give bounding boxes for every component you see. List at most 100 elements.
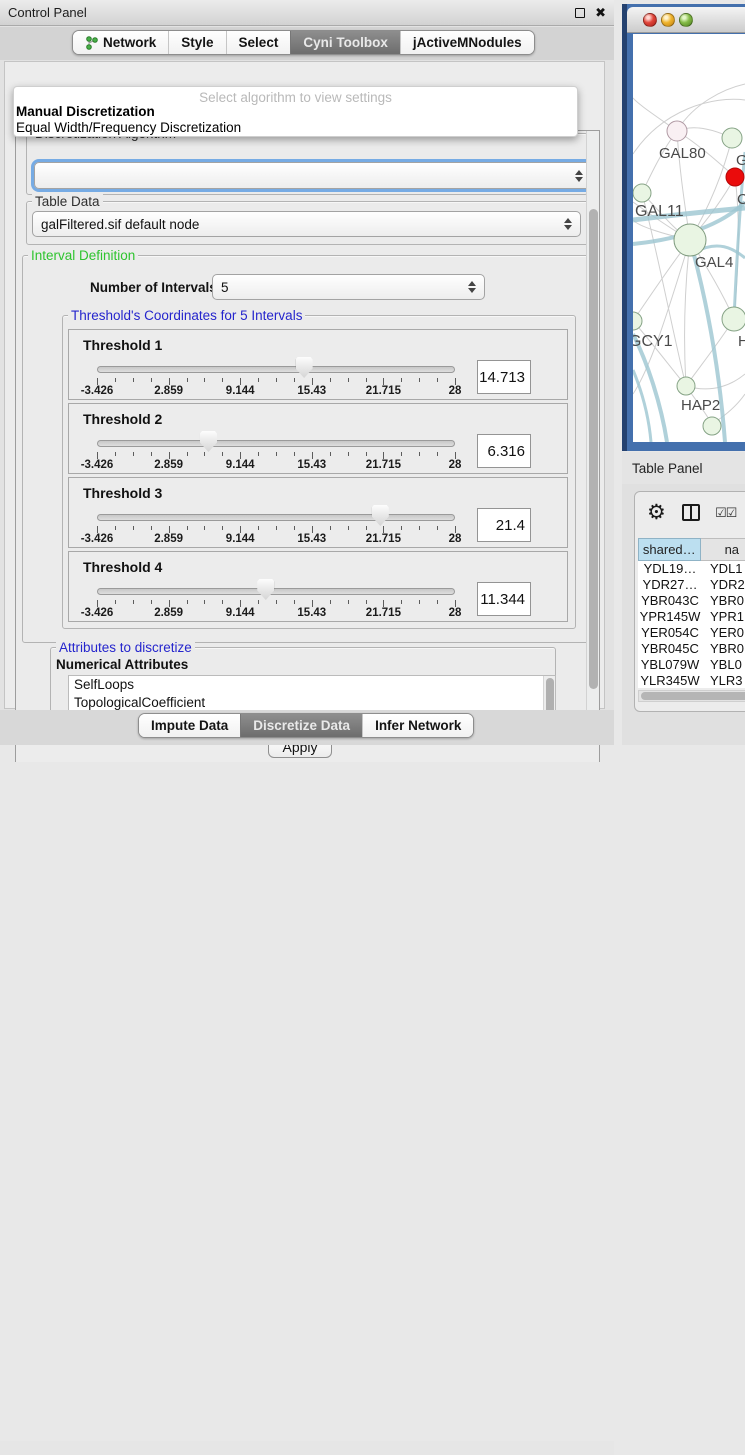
control-panel-titlebar: Control Panel ✖ <box>0 0 614 26</box>
tick-mark <box>169 452 170 459</box>
slider-track[interactable] <box>97 366 455 373</box>
scale-label: 2.859 <box>154 533 183 545</box>
scale-label: 2.859 <box>154 459 183 471</box>
table-horizontal-scrollbar[interactable] <box>638 690 745 702</box>
tick-mark <box>348 526 349 530</box>
slider-handle[interactable] <box>200 431 217 452</box>
scale-label: 28 <box>449 533 462 545</box>
tab-style[interactable]: Style <box>168 31 225 54</box>
tick-mark <box>115 452 116 456</box>
slider-track[interactable] <box>97 588 455 595</box>
zoom-traffic-light-icon[interactable] <box>679 13 693 27</box>
tick-mark <box>437 600 438 604</box>
network-graph: GAL80GACGAL11GAL4GCY1HHAP2 <box>633 34 745 442</box>
table-row[interactable]: YBL079WYBL0 <box>638 657 745 673</box>
network-node[interactable] <box>674 224 706 256</box>
network-node[interactable] <box>633 312 642 330</box>
tick-mark <box>294 526 295 530</box>
network-node[interactable] <box>633 184 651 202</box>
table-cell: YLR3 <box>702 673 745 688</box>
network-node[interactable] <box>667 121 687 141</box>
tick-mark <box>133 600 134 604</box>
table-header-name[interactable]: na <box>701 538 745 561</box>
close-icon[interactable]: ✖ <box>595 8 606 18</box>
settings-vertical-scrollbar[interactable] <box>586 131 599 729</box>
tick-mark <box>455 600 456 607</box>
algorithm-menu-item[interactable]: Manual Discretization <box>16 104 155 119</box>
number-of-intervals-label: Number of Intervals <box>90 280 217 295</box>
tab-label: Style <box>181 35 213 50</box>
minimize-traffic-light-icon[interactable] <box>661 13 675 27</box>
tab-select[interactable]: Select <box>226 31 291 54</box>
top-tab-zone: Network Style SelectCyni ToolboxjActiveMNo… <box>0 27 614 60</box>
algorithm-combo[interactable] <box>34 162 592 189</box>
tick-mark <box>276 526 277 530</box>
checkbox-icons[interactable]: ☑☑ <box>715 505 736 521</box>
slider-handle[interactable] <box>296 357 313 378</box>
algorithm-popup: Select algorithm to view settings Manual… <box>13 86 578 137</box>
tick-mark <box>222 452 223 456</box>
threshold-value-field[interactable]: 6.316 <box>477 434 531 468</box>
table-row[interactable]: YBR045CYBR0 <box>638 641 745 657</box>
number-of-intervals-combo[interactable]: 5 <box>212 274 485 300</box>
tab-jactivemnodules[interactable]: jActiveMNodules <box>400 31 534 54</box>
threshold-value-field[interactable]: 14.713 <box>477 360 531 394</box>
table-cell: YER054C <box>638 625 702 641</box>
table-row[interactable]: YBR043CYBR0 <box>638 593 745 609</box>
slider-scale: -3.4262.8599.14415.4321.71528 <box>97 459 455 472</box>
slider-scale: -3.4262.8599.14415.4321.71528 <box>97 607 455 620</box>
tab-impute-data[interactable]: Impute Data <box>139 714 240 737</box>
tab-infer-network[interactable]: Infer Network <box>362 714 473 737</box>
attribute-list-item[interactable]: SelfLoops <box>69 676 555 694</box>
tick-mark <box>294 600 295 604</box>
scale-label: -3.426 <box>81 607 114 619</box>
tab-network[interactable]: Network <box>73 31 168 54</box>
slider-track[interactable] <box>97 514 455 521</box>
close-traffic-light-icon[interactable] <box>643 13 657 27</box>
threshold-label: Threshold 3 <box>83 485 162 501</box>
tick-mark <box>455 378 456 385</box>
tick-mark <box>169 526 170 533</box>
table-row[interactable]: YDL19…YDL1 <box>638 561 745 577</box>
tick-mark <box>383 526 384 533</box>
network-node[interactable] <box>722 128 742 148</box>
network-node[interactable] <box>703 417 721 435</box>
network-node-label: HAP2 <box>681 397 720 414</box>
node-table[interactable]: shared…naYDL19…YDL1YDR27…YDR2YBR043CYBR0… <box>638 538 745 688</box>
tick-mark <box>383 600 384 607</box>
network-canvas[interactable]: GAL80GACGAL11GAL4GCY1HHAP2 <box>633 34 745 442</box>
table-row[interactable]: YPR145WYPR1 <box>638 609 745 625</box>
gear-icon[interactable]: ⚙ <box>647 500 666 525</box>
table-row[interactable]: YLR345WYLR3 <box>638 673 745 688</box>
network-node[interactable] <box>722 307 745 331</box>
table-cell: YDR27… <box>638 577 702 593</box>
network-node[interactable] <box>677 377 695 395</box>
control-panel-window: Control Panel ✖ Network Style SelectCyni T… <box>0 0 614 745</box>
threshold-value-field[interactable]: 11.344 <box>477 582 531 616</box>
network-node-label: GAL11 <box>635 203 684 220</box>
table-data-combo[interactable]: galFiltered.sif default node <box>32 211 581 237</box>
tab-cyni-toolbox[interactable]: Cyni Toolbox <box>290 31 400 54</box>
tick-mark <box>240 526 241 533</box>
split-columns-icon[interactable] <box>682 504 700 521</box>
tick-mark <box>258 378 259 382</box>
slider-handle[interactable] <box>257 579 274 600</box>
network-edge <box>633 370 651 442</box>
tab-discretize-data[interactable]: Discretize Data <box>240 714 362 737</box>
scale-label: 28 <box>449 459 462 471</box>
threshold-value-field[interactable]: 21.4 <box>477 508 531 542</box>
table-row[interactable]: YER054CYER0 <box>638 625 745 641</box>
scale-label: 21.715 <box>366 607 401 619</box>
table-header-shared-name[interactable]: shared… <box>638 538 701 561</box>
algorithm-menu-item[interactable]: Equal Width/Frequency Discretization <box>16 120 241 135</box>
scale-label: 15.43 <box>297 459 326 471</box>
slider-track[interactable] <box>97 440 455 447</box>
float-window-icon[interactable] <box>575 8 585 18</box>
tick-mark <box>348 378 349 382</box>
slider-handle[interactable] <box>372 505 389 526</box>
tick-mark <box>312 526 313 533</box>
table-row[interactable]: YDR27…YDR2 <box>638 577 745 593</box>
tab-label: Impute Data <box>151 718 228 733</box>
network-node[interactable] <box>726 168 744 186</box>
interval-definition-label: Interval Definition <box>28 248 138 263</box>
